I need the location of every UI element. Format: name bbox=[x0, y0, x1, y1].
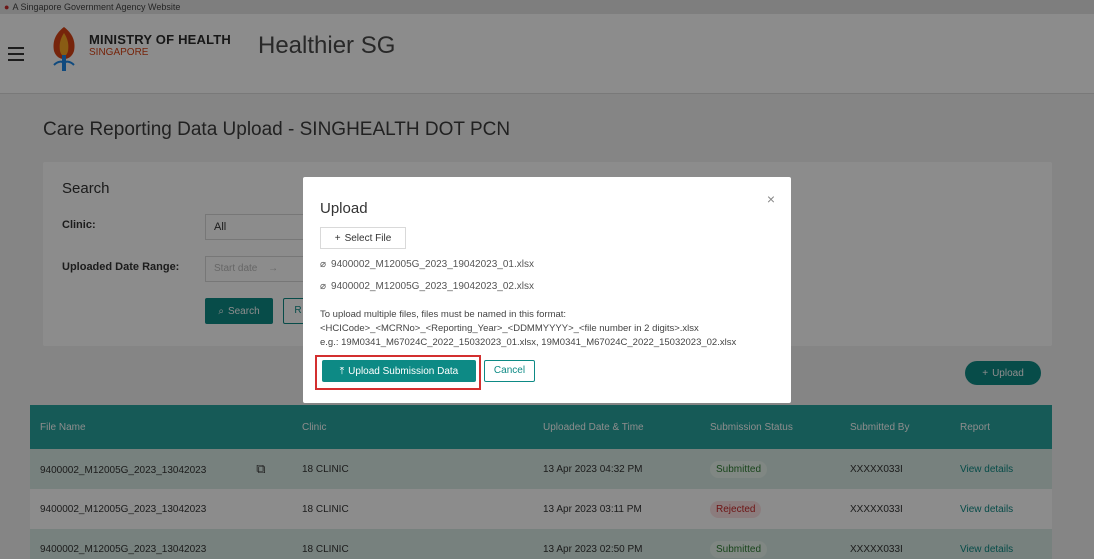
uploaded-file-item[interactable]: ⌀ 9400002_M12005G_2023_19042023_02.xlsx bbox=[320, 281, 534, 292]
highlight-box bbox=[315, 355, 481, 390]
close-icon[interactable]: × bbox=[767, 191, 775, 207]
modal-title: Upload bbox=[320, 200, 368, 217]
plus-icon: + bbox=[334, 232, 341, 244]
cancel-button[interactable]: Cancel bbox=[484, 360, 535, 382]
uploaded-file-name: 9400002_M12005G_2023_19042023_02.xlsx bbox=[331, 281, 534, 292]
note-line3: e.g.: 19M0341_M67024C_2022_15032023_01.x… bbox=[320, 337, 737, 348]
paperclip-icon: ⌀ bbox=[320, 259, 327, 270]
note-line2: <HCICode>_<MCRNo>_<Reporting_Year>_<DDMM… bbox=[320, 323, 699, 334]
uploaded-file-item[interactable]: ⌀ 9400002_M12005G_2023_19042023_01.xlsx bbox=[320, 259, 534, 270]
select-file-button[interactable]: + Select File bbox=[320, 227, 406, 249]
uploaded-file-name: 9400002_M12005G_2023_19042023_01.xlsx bbox=[331, 259, 534, 270]
paperclip-icon: ⌀ bbox=[320, 281, 327, 292]
naming-format-note: To upload multiple files, files must be … bbox=[320, 308, 782, 350]
note-line1: To upload multiple files, files must be … bbox=[320, 309, 567, 320]
select-file-label: Select File bbox=[344, 232, 392, 244]
